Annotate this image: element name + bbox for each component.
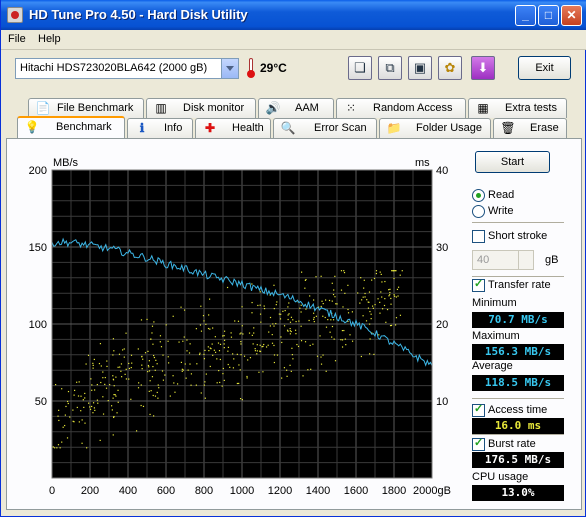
minimum-label: Minimum	[472, 297, 517, 309]
separator	[472, 222, 564, 223]
cpu-usage-value: 13.0%	[472, 485, 564, 501]
minimum-value: 70.7 MB/s	[472, 312, 564, 328]
tab-error-scan[interactable]: 🔍 Error Scan	[273, 118, 377, 138]
short-stroke-value: 40	[477, 254, 490, 266]
separator	[472, 434, 564, 435]
file-benchmark-icon: 📄	[35, 101, 51, 115]
tab-file-benchmark[interactable]: 📄 File Benchmark	[28, 98, 144, 118]
benchmark-icon: 💡	[24, 120, 40, 134]
access-time-label: Access time	[488, 404, 548, 416]
tab-random-access[interactable]: ⁙ Random Access	[336, 98, 466, 118]
access-time-value: 16.0 ms	[472, 418, 564, 434]
health-cross-icon: ✚	[204, 121, 216, 135]
folder-icon: 📁	[386, 121, 402, 135]
toolbar: Hitachi HDS723020BLA642 (2000 gB) 29°C ❏…	[1, 51, 586, 91]
menu-file[interactable]: File	[8, 33, 26, 45]
write-label: Write	[488, 205, 514, 217]
short-stroke-unit: gB	[545, 254, 559, 266]
cpu-usage-label: CPU usage	[472, 471, 529, 483]
tab-health[interactable]: ✚ Health	[195, 118, 271, 138]
extra-tests-icon: ▦	[477, 101, 489, 115]
short-stroke-checkbox[interactable]	[472, 230, 485, 243]
tabs-row-bottom: 💡 Benchmark ℹ Info ✚ Health 🔍 Error Scan…	[1, 116, 586, 138]
short-stroke-label: Short stroke	[488, 230, 548, 242]
app-icon	[7, 7, 23, 23]
separator	[472, 398, 564, 399]
options-icon: ✿	[444, 60, 456, 75]
drive-select-value: Hitachi HDS723020BLA642 (2000 gB)	[20, 62, 208, 74]
read-label: Read	[488, 189, 515, 201]
tab-folder-usage[interactable]: 📁 Folder Usage	[379, 118, 491, 138]
burst-rate-value: 176.5 MB/s	[472, 452, 564, 468]
app-window: HD Tune Pro 4.50 - Hard Disk Utility _ □…	[0, 0, 586, 517]
tab-aam[interactable]: 🔊 AAM	[258, 98, 334, 118]
download-icon: ⬇	[477, 60, 489, 75]
thermometer-icon	[247, 58, 255, 78]
magnifier-icon: 🔍	[280, 121, 296, 135]
maximize-button[interactable]: □	[538, 5, 559, 26]
menu-bar: File Help	[1, 30, 586, 50]
drive-select[interactable]: Hitachi HDS723020BLA642 (2000 gB)	[15, 58, 239, 79]
minimize-button[interactable]: _	[515, 5, 536, 26]
save-icon: ▣	[413, 60, 427, 75]
random-access-icon: ⁙	[345, 101, 357, 115]
download-button[interactable]: ⬇	[471, 56, 495, 80]
trash-icon: 🗑	[500, 121, 516, 135]
read-radio[interactable]	[472, 189, 485, 202]
transfer-rate-checkbox[interactable]	[472, 277, 485, 292]
tabs-row-top: 📄 File Benchmark ▥ Disk monitor 🔊 AAM ⁙ …	[1, 98, 586, 118]
spinner-arrows-icon[interactable]	[518, 251, 533, 269]
write-radio[interactable]	[472, 205, 485, 218]
burst-rate-label: Burst rate	[488, 438, 536, 450]
chevron-down-icon[interactable]	[221, 59, 238, 78]
average-value: 118.5 MB/s	[472, 375, 564, 391]
maximum-value: 156.3 MB/s	[472, 344, 564, 360]
separator	[472, 276, 564, 277]
temperature-readout: 29°C	[260, 61, 287, 75]
menu-help[interactable]: Help	[38, 33, 61, 45]
copy-screen-icon: ⧉	[385, 60, 395, 75]
tab-disk-monitor[interactable]: ▥ Disk monitor	[146, 98, 256, 118]
copy-screen-button[interactable]: ⧉	[378, 56, 402, 80]
info-icon: ℹ	[139, 121, 145, 135]
speaker-icon: 🔊	[265, 101, 281, 115]
short-stroke-spinner[interactable]: 40	[472, 250, 534, 270]
options-button[interactable]: ✿	[438, 56, 462, 80]
transfer-rate-label: Transfer rate	[488, 279, 551, 291]
tab-benchmark[interactable]: 💡 Benchmark	[17, 116, 125, 138]
burst-rate-checkbox[interactable]	[472, 436, 485, 451]
tab-erase[interactable]: 🗑 Erase	[493, 118, 567, 138]
window-title: HD Tune Pro 4.50 - Hard Disk Utility	[29, 7, 248, 22]
copy-text-button[interactable]: ❏	[348, 56, 372, 80]
copy-text-icon: ❏	[354, 60, 366, 75]
disk-monitor-icon: ▥	[155, 101, 167, 115]
title-bar[interactable]: HD Tune Pro 4.50 - Hard Disk Utility _ □…	[1, 0, 586, 30]
save-button[interactable]: ▣	[408, 56, 432, 80]
access-time-checkbox[interactable]	[472, 402, 485, 417]
tab-info[interactable]: ℹ Info	[127, 118, 193, 138]
average-label: Average	[472, 360, 513, 372]
exit-button[interactable]: Exit	[518, 56, 571, 80]
maximum-label: Maximum	[472, 330, 520, 342]
tab-extra-tests[interactable]: ▦ Extra tests	[468, 98, 567, 118]
start-button[interactable]: Start	[475, 151, 550, 173]
close-button[interactable]: ✕	[561, 5, 582, 26]
